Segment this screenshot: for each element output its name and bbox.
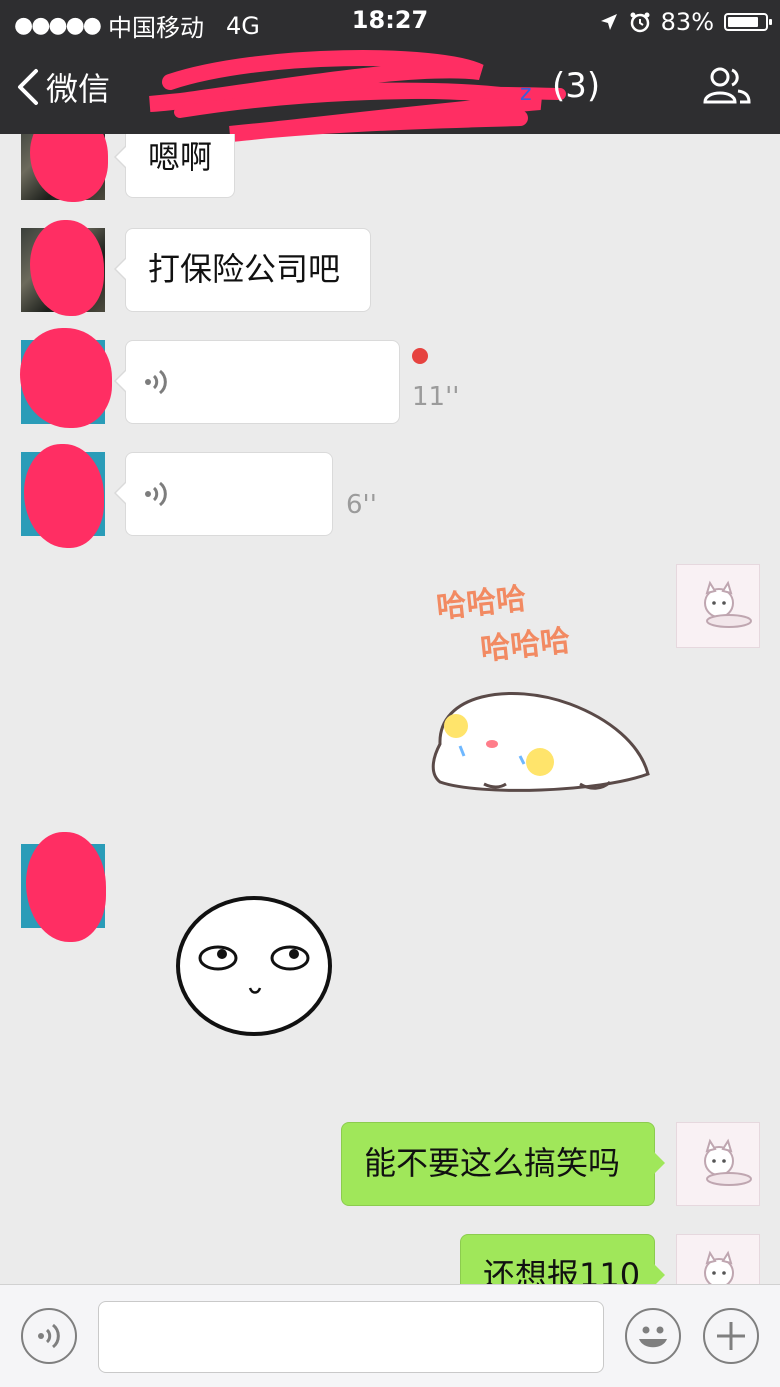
battery-fill xyxy=(728,17,758,27)
smiley-icon xyxy=(639,1326,667,1348)
message-bubble[interactable]: 打保险公司吧 xyxy=(114,228,371,312)
sticker-message-row xyxy=(0,832,780,1064)
group-members-icon[interactable] xyxy=(702,66,752,106)
smug-face-sticker[interactable] xyxy=(174,894,334,1038)
emoji-button[interactable] xyxy=(625,1308,681,1364)
plus-icon xyxy=(717,1322,745,1350)
voice-message-row: 11'' xyxy=(0,328,780,428)
message-row: 还想报110 xyxy=(0,1234,780,1284)
battery-percent: 83% xyxy=(660,8,714,36)
voice-duration: 6'' xyxy=(346,490,377,520)
laughing-sticker[interactable]: 哈哈哈 哈哈哈 xyxy=(420,574,660,804)
chevron-left-icon xyxy=(18,69,38,105)
message-bubble[interactable]: 嗯啊 xyxy=(114,134,235,198)
svg-text:z: z xyxy=(520,81,532,106)
more-options-button[interactable] xyxy=(703,1308,759,1364)
voice-wave-icon xyxy=(145,369,167,395)
message-row: 打保险公司吧 xyxy=(0,220,780,316)
own-message-bubble[interactable]: 还想报110 xyxy=(460,1234,665,1284)
voice-wave-icon xyxy=(38,1323,60,1349)
avatar[interactable] xyxy=(676,564,760,648)
voice-message-row: 6'' xyxy=(0,444,780,548)
sticker-caption: 哈哈哈 xyxy=(434,581,528,626)
status-bar: ●●●●● 中国移动 4G 18:27 83% xyxy=(0,0,780,44)
status-right: 83% xyxy=(599,8,772,36)
voice-duration: 11'' xyxy=(412,382,460,412)
voice-wave-icon xyxy=(145,481,167,507)
location-arrow-icon xyxy=(600,14,617,30)
message-row: 嗯啊 xyxy=(0,134,780,202)
sticker-message-row: 哈哈哈 哈哈哈 xyxy=(0,564,780,804)
input-toolbar xyxy=(0,1284,780,1387)
voice-input-button[interactable] xyxy=(21,1308,77,1364)
unread-dot xyxy=(412,348,428,364)
chat-header: 微信 z (3) xyxy=(0,44,780,142)
avatar[interactable] xyxy=(676,1122,760,1206)
seal-sticker-icon xyxy=(431,692,650,792)
avatar[interactable] xyxy=(676,1234,760,1284)
voice-message-bubble[interactable] xyxy=(114,340,400,424)
back-button[interactable]: 微信 xyxy=(14,64,110,110)
back-label: 微信 xyxy=(46,70,111,108)
member-count: (3) xyxy=(552,66,601,106)
cat-avatar-icon xyxy=(704,1138,752,1186)
cat-avatar-icon xyxy=(704,1250,734,1284)
chat-area[interactable]: 嗯啊 打保险公司吧 11'' 6'' 哈哈哈 哈哈哈 能不要这么搞笑吗 还想报1… xyxy=(0,134,780,1284)
alarm-clock-icon xyxy=(630,12,650,33)
cat-avatar-icon xyxy=(704,580,752,628)
battery-icon xyxy=(724,13,772,31)
message-row: 能不要这么搞笑吗 xyxy=(0,1122,780,1206)
voice-message-bubble[interactable] xyxy=(114,452,333,536)
message-input[interactable] xyxy=(98,1301,604,1373)
sticker-caption: 哈哈哈 xyxy=(478,623,572,668)
chat-title: z xyxy=(149,50,620,142)
own-message-bubble[interactable]: 能不要这么搞笑吗 xyxy=(341,1122,665,1206)
